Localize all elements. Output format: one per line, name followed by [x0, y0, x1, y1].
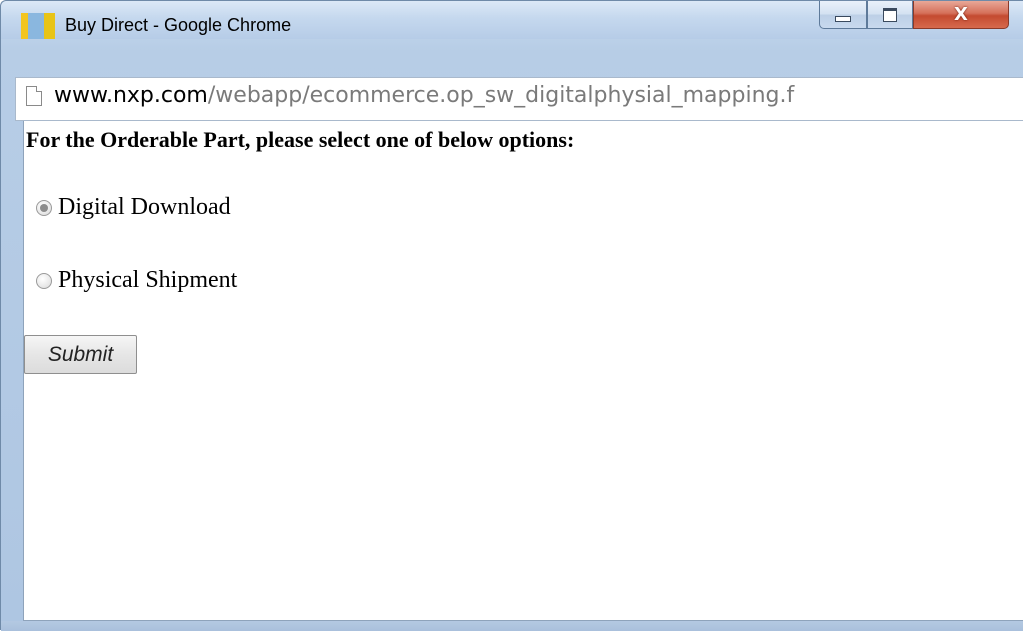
digital-download-label: Digital Download: [58, 194, 231, 220]
maximize-button[interactable]: [867, 1, 913, 29]
browser-window: Buy Direct - Google Chrome X www.nxp.com…: [0, 0, 1023, 631]
page-icon: [26, 86, 42, 106]
minimize-icon: [835, 15, 851, 22]
title-bar[interactable]: Buy Direct - Google Chrome X: [1, 1, 1023, 39]
app-icon: [21, 13, 55, 39]
maximize-icon: [883, 7, 897, 22]
url-path: /webapp/ecommerce.op_sw_digitalphysial_m…: [207, 83, 795, 108]
close-button[interactable]: X: [913, 1, 1009, 29]
option-digital-download[interactable]: Digital Download: [36, 194, 231, 221]
physical-shipment-radio[interactable]: [36, 272, 52, 289]
url-host: www.nxp.com: [54, 83, 208, 108]
submit-button[interactable]: Submit: [24, 335, 137, 374]
url-text[interactable]: www.nxp.com/webapp/ecommerce.op_sw_digit…: [54, 83, 1023, 108]
minimize-button[interactable]: [819, 1, 867, 29]
window-title: Buy Direct - Google Chrome: [65, 15, 292, 35]
address-bar[interactable]: www.nxp.com/webapp/ecommerce.op_sw_digit…: [15, 77, 1023, 121]
physical-shipment-label: Physical Shipment: [58, 267, 238, 293]
page-content: For the Orderable Part, please select on…: [23, 121, 1023, 621]
digital-download-radio[interactable]: [36, 199, 52, 216]
option-physical-shipment[interactable]: Physical Shipment: [36, 267, 237, 294]
form-heading: For the Orderable Part, please select on…: [26, 127, 575, 152]
close-icon: X: [954, 4, 968, 25]
